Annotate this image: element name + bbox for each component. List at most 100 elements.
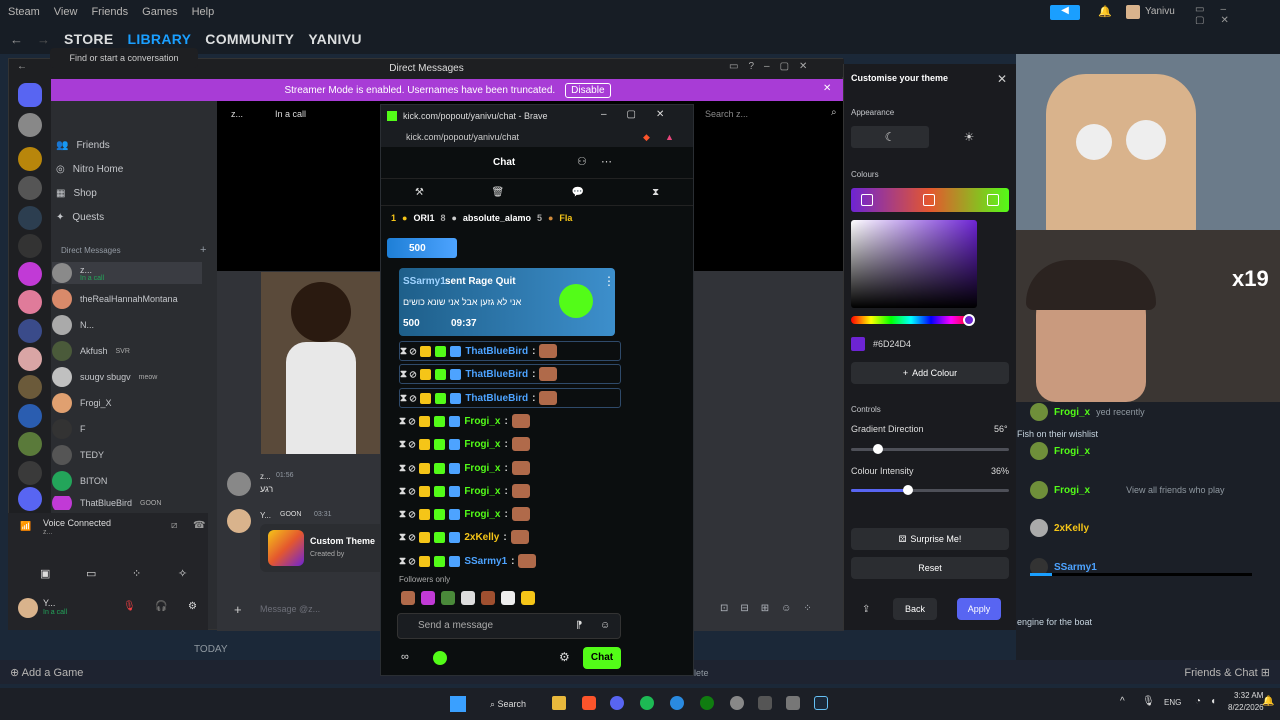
dm-item[interactable]: BITON [52, 470, 202, 492]
chat-message[interactable]: ⧗ ⊘ Frogi_x: [399, 458, 621, 478]
dm-item[interactable]: F [52, 418, 202, 440]
mod-actions-icon[interactable]: ⧗ ⊘ [400, 346, 416, 357]
mute-icon[interactable]: 🎙 [123, 601, 136, 612]
add-colour-button[interactable]: + Add Colour [851, 362, 1009, 384]
steam-username[interactable]: Yanivu [1145, 6, 1175, 17]
server-icon[interactable] [18, 176, 42, 200]
mod-actions-icon[interactable]: ⧗ ⊘ [399, 486, 415, 497]
add-dm-icon[interactable]: + [200, 244, 206, 256]
chat-username[interactable]: ThatBlueBird [465, 369, 528, 380]
nav-nitro[interactable]: ◎ Nitro Home [56, 164, 123, 175]
emote-icon[interactable] [461, 591, 475, 605]
noise-suppression-icon[interactable]: ⧄ [171, 520, 177, 531]
colour-intensity-slider[interactable] [851, 485, 1009, 495]
steam-menu-games[interactable]: Games [142, 6, 177, 18]
discord-taskbar-icon[interactable] [610, 696, 624, 710]
activities-icon[interactable]: ⁘ [132, 567, 141, 580]
chat-message[interactable]: ⧗ ⊘ Frogi_x: [399, 504, 621, 524]
avatar[interactable] [18, 598, 38, 618]
server-icon[interactable] [18, 147, 42, 171]
brave-rewards-icon[interactable]: ▲ [665, 127, 674, 147]
back-arrow-icon[interactable]: ← [10, 32, 23, 47]
brave-shield-icon[interactable]: ◆ [643, 127, 650, 147]
colour-stop[interactable] [861, 194, 873, 206]
dm-item[interactable]: Frogi_X [52, 392, 202, 414]
app-taskbar-icon[interactable] [786, 696, 800, 710]
dark-mode-toggle[interactable]: ☾ [851, 126, 929, 148]
spotify-taskbar-icon[interactable] [640, 696, 654, 710]
server-icon[interactable] [18, 234, 42, 258]
steam-menu-view[interactable]: View [54, 6, 78, 18]
surprise-me-button[interactable]: ⚄ Surprise Me! [851, 528, 1009, 550]
server-icon[interactable] [18, 432, 42, 456]
clock-time[interactable]: 3:32 AM [1234, 691, 1263, 700]
reset-button[interactable]: Reset [851, 557, 1009, 579]
slider-thumb[interactable] [872, 444, 883, 454]
xbox-taskbar-icon[interactable] [700, 696, 714, 710]
discord-home-icon[interactable] [18, 83, 42, 107]
share-icon[interactable]: ⇪ [862, 604, 870, 615]
light-mode-toggle[interactable]: ☀ [929, 126, 1009, 148]
steam-menu-steam[interactable]: Steam [8, 6, 40, 18]
slider-thumb[interactable] [902, 485, 913, 495]
emote-icon[interactable] [401, 591, 415, 605]
emote-icon[interactable] [481, 591, 495, 605]
dm-item[interactable]: theRealHannahMontana [52, 288, 202, 310]
chat-bubble-icon[interactable]: 💬 [572, 187, 584, 198]
soundboard-icon[interactable]: ✧ [178, 567, 187, 580]
search-icon[interactable]: ⌕ [831, 107, 837, 118]
dm-item[interactable]: ThatBlueBird GOON [52, 496, 202, 510]
server-icon[interactable] [18, 262, 42, 286]
settings-gear-icon[interactable]: ⚙ [188, 601, 197, 612]
disable-streamer-button[interactable]: Disable [565, 82, 611, 98]
infinity-icon[interactable]: ∞ [401, 651, 409, 663]
server-icon[interactable] [18, 404, 42, 428]
emote-bar[interactable] [401, 591, 601, 607]
server-icon[interactable] [18, 347, 42, 371]
steam-taskbar-icon[interactable] [814, 696, 828, 710]
steam-menu-friends[interactable]: Friends [91, 6, 128, 18]
add-game-button[interactable]: ⊕ Add a Game [10, 666, 83, 679]
chat-username[interactable]: Frogi_x [464, 486, 500, 497]
pinned-tip-pill[interactable]: 500 [387, 238, 457, 258]
close-icon[interactable]: ✕ [997, 72, 1007, 86]
mod-actions-icon[interactable]: ⧗ ⊘ [399, 439, 415, 450]
search-field[interactable]: Search z... [705, 109, 748, 119]
dm-item[interactable]: N... [52, 314, 202, 336]
disconnect-icon[interactable]: ☎ [193, 520, 205, 531]
nav-friends[interactable]: 👥 Friends [56, 140, 110, 151]
mod-actions-icon[interactable]: ⧗ ⊘ [400, 393, 416, 404]
gradient-direction-slider[interactable] [851, 444, 1009, 454]
brave-taskbar-icon[interactable] [582, 696, 596, 710]
mod-actions-icon[interactable]: ⧗ ⊘ [399, 416, 415, 427]
address-bar[interactable]: kick.com/popout/yanivu/chat ◆ ▲ [381, 127, 693, 147]
notifications-icon[interactable]: 🔔 [1262, 696, 1274, 707]
emote-icon[interactable] [441, 591, 455, 605]
taskbar-search[interactable]: ⌕ Search [482, 694, 540, 714]
server-icon[interactable] [18, 290, 42, 314]
chat-username[interactable]: Frogi_x [464, 416, 500, 427]
back-icon[interactable]: ← [17, 61, 27, 72]
server-icon[interactable] [18, 319, 42, 343]
windows-start-icon[interactable] [450, 696, 466, 712]
chat-send-button[interactable]: Chat [583, 647, 621, 669]
emote-icon[interactable] [521, 591, 535, 605]
chat-username[interactable]: Frogi_x [464, 439, 500, 450]
obs-taskbar-icon[interactable] [730, 696, 744, 710]
server-icon[interactable] [18, 461, 42, 485]
window-controls[interactable]: –▢✕ [601, 109, 684, 120]
friend-row[interactable]: Frogi_x [1030, 442, 1090, 460]
chat-username[interactable]: ThatBlueBird [465, 346, 528, 357]
chat-message[interactable]: ⧗ ⊘ Frogi_x: [399, 434, 621, 454]
server-icon[interactable] [18, 206, 42, 230]
language-indicator[interactable]: ENG [1164, 698, 1181, 707]
attach-plus-icon[interactable]: + [234, 602, 242, 617]
server-icon[interactable] [18, 113, 42, 137]
steam-user-avatar[interactable] [1126, 5, 1140, 19]
hourglass-icon[interactable]: ⧗ [652, 187, 659, 198]
tab-community[interactable]: COMMUNITY [205, 31, 294, 47]
tab-library[interactable]: LIBRARY [127, 31, 191, 47]
forward-arrow-icon[interactable]: → [37, 32, 50, 47]
steam-menu-help[interactable]: Help [192, 6, 215, 18]
hue-slider[interactable] [851, 314, 975, 326]
